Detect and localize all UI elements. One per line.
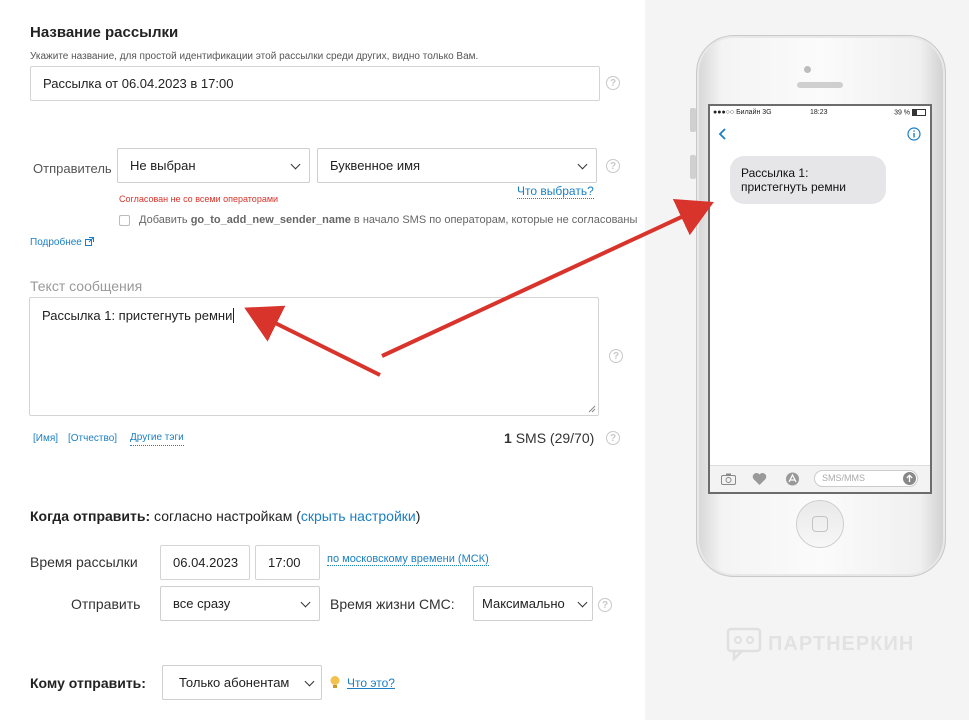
back-arrow-icon[interactable] — [718, 128, 726, 140]
help-icon[interactable]: ? — [609, 349, 623, 363]
status-battery: 39 % — [894, 109, 926, 116]
message-text: Рассылка 1: пристегнуть ремни — [42, 308, 235, 323]
ttl-value: Максимально — [482, 596, 565, 611]
appstore-icon[interactable] — [785, 472, 800, 486]
time-value: 17:00 — [268, 555, 301, 570]
phone-side-button — [690, 108, 696, 132]
send-mode-value: все сразу — [173, 596, 231, 611]
sms-count: 1 — [504, 430, 512, 446]
phone-speaker — [797, 82, 843, 88]
help-icon[interactable]: ? — [606, 76, 620, 90]
checkbox-prefix: Добавить — [139, 214, 188, 226]
hide-settings-link[interactable]: скрыть настройки — [301, 508, 416, 524]
when-text: согласно настройкам ( — [154, 508, 301, 524]
watermark-text: ПАРТНЕРКИН — [768, 632, 915, 655]
sender-type-select[interactable]: Буквенное имя — [317, 148, 597, 183]
text-cursor — [233, 308, 235, 323]
send-time-label: Время рассылки — [30, 554, 138, 570]
what-is-it-link[interactable]: Что это? — [347, 676, 395, 690]
heart-icon[interactable] — [752, 472, 767, 486]
date-input[interactable]: 06.04.2023 — [160, 545, 250, 580]
when-close-paren: ) — [415, 508, 421, 524]
battery-value: 39 % — [894, 109, 911, 117]
sender-select-value: Не выбран — [130, 158, 196, 173]
phone-camera — [804, 66, 811, 73]
battery-icon — [912, 109, 926, 116]
mailing-name-input[interactable]: Рассылка от 06.04.2023 в 17:00 — [30, 66, 600, 101]
phone-screen: ●●●○○ Билайн 3G 18:23 39 % Рассылка 1: п… — [708, 104, 932, 494]
chevron-down-icon — [304, 676, 315, 686]
other-tags-link[interactable]: Другие тэги — [130, 432, 184, 446]
external-link-icon — [84, 237, 94, 246]
phone-home-button — [796, 500, 844, 548]
sms-counter: 1 SMS (29/70) — [504, 430, 594, 446]
more-link-label: Подробнее — [30, 237, 82, 248]
more-link[interactable]: Подробнее — [30, 237, 94, 248]
message-label: Текст сообщения — [30, 278, 143, 294]
help-icon[interactable]: ? — [606, 159, 620, 173]
settings-panel: Название рассылки Укажите название, для … — [0, 0, 645, 720]
message-textarea[interactable]: Рассылка 1: пристегнуть ремни — [29, 297, 599, 416]
mailing-name-value: Рассылка от 06.04.2023 в 17:00 — [43, 76, 234, 91]
add-sender-checkbox[interactable] — [119, 215, 130, 226]
sender-select[interactable]: Не выбран — [117, 148, 310, 183]
watermark: ПАРТНЕРКИН — [726, 627, 914, 661]
chevron-down-icon — [290, 159, 301, 169]
chevron-down-icon — [300, 597, 311, 607]
ttl-label: Время жизни СМС: — [330, 596, 455, 612]
recipients-value: Только абонентам — [179, 675, 290, 690]
resize-handle-icon[interactable] — [588, 405, 596, 413]
help-icon[interactable]: ? — [606, 431, 620, 445]
name-section-title: Название рассылки — [30, 24, 179, 41]
sender-type-value: Буквенное имя — [330, 158, 421, 173]
when-to-send: Когда отправить: согласно настройкам (ск… — [30, 508, 420, 524]
when-label: Когда отправить: — [30, 508, 151, 524]
checkbox-bold: go_to_add_new_sender_name — [190, 214, 351, 226]
camera-icon[interactable] — [721, 473, 736, 485]
time-input[interactable]: 17:00 — [255, 545, 320, 580]
sms-input[interactable]: SMS/MMS — [814, 470, 918, 487]
checkbox-suffix: в начало SMS по операторам, которые не с… — [353, 214, 638, 226]
lightbulb-icon — [330, 676, 340, 688]
sender-label: Отправитель — [33, 161, 112, 176]
send-mode-label: Отправить — [71, 596, 141, 612]
chevron-down-icon — [577, 159, 588, 169]
recipients-select[interactable]: Только абонентам — [162, 665, 322, 700]
message-bubble: Рассылка 1: пристегнуть ремни — [730, 156, 886, 204]
tag-patronymic[interactable]: [Отчество] — [68, 433, 117, 444]
phone-input-bar: SMS/MMS — [710, 465, 930, 492]
date-value: 06.04.2023 — [173, 555, 239, 570]
info-icon[interactable] — [907, 127, 921, 141]
phone-side-button — [690, 155, 696, 179]
help-icon[interactable]: ? — [598, 598, 612, 612]
status-time: 18:23 — [810, 109, 828, 116]
what-to-choose-link[interactable]: Что выбрать? — [517, 184, 594, 199]
message-text-value: Рассылка 1: пристегнуть ремни — [42, 308, 233, 323]
recipients-label: Кому отправить: — [30, 675, 146, 691]
timezone-link[interactable]: по московскому времени (МСК) — [327, 553, 489, 566]
tag-name[interactable]: [Имя] — [33, 433, 58, 444]
sms-input-placeholder: SMS/MMS — [822, 473, 866, 483]
add-sender-label: Добавить go_to_add_new_sender_name в нач… — [139, 214, 637, 226]
name-section-hint: Укажите название, для простой идентифика… — [30, 51, 479, 62]
status-carrier: ●●●○○ Билайн 3G — [713, 109, 772, 116]
sender-warning: Согласован не со всеми операторами — [119, 194, 279, 204]
send-mode-select[interactable]: все сразу — [160, 586, 320, 621]
send-arrow-icon[interactable] — [903, 472, 916, 485]
sms-info: SMS (29/70) — [515, 430, 595, 446]
ttl-select[interactable]: Максимально — [473, 586, 593, 621]
watermark-logo-icon — [726, 627, 762, 661]
chevron-down-icon — [577, 597, 588, 607]
